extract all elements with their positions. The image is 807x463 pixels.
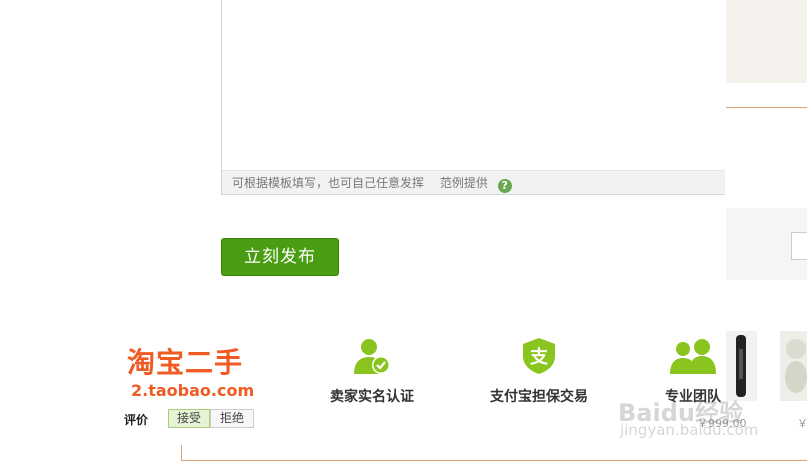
right-divider [726,107,807,108]
right-panel [726,0,807,83]
shield-glyph: 支 [529,346,549,368]
product-thumbnail[interactable] [726,331,757,401]
product-price: ￥ [797,417,807,430]
right-input[interactable] [791,232,807,260]
example-link[interactable]: 范例提供 [440,176,488,190]
feature-label: 支付宝担保交易 [490,389,588,405]
feature-label: 卖家实名认证 [330,389,414,405]
product-image [785,339,807,393]
bottom-divider [181,460,807,461]
taobao-logo-url: 2.taobao.com [131,381,255,400]
description-editor[interactable]: 可根据模板填写，也可自己任意发挥 范例提供 ? [221,0,725,195]
watermark-url: jingyan.baidu.com [620,421,759,439]
taobao-ershou-logo: 淘宝二手 [127,346,244,379]
publish-button[interactable]: 立刻发布 [221,238,339,276]
accept-button[interactable]: 接受 [168,409,210,428]
help-icon[interactable]: ? [497,179,512,193]
alipay-shield-icon: 支 [523,338,555,374]
product-thumbnail[interactable] [780,331,807,401]
product-image [736,335,746,397]
verified-user-icon [354,339,390,374]
evaluation-label: 评价 [124,413,149,427]
feature-seller-verification: 卖家实名认证 [325,336,419,406]
editor-hint: 可根据模板填写，也可自己任意发挥 [232,176,425,190]
feature-alipay-escrow: 支 支付宝担保交易 [484,336,594,406]
bottom-divider-tick [181,445,182,461]
team-icon [670,339,716,374]
reject-button[interactable]: 拒绝 [210,409,254,428]
editor-footer: 可根据模板填写，也可自己任意发挥 范例提供 ? [222,170,725,194]
